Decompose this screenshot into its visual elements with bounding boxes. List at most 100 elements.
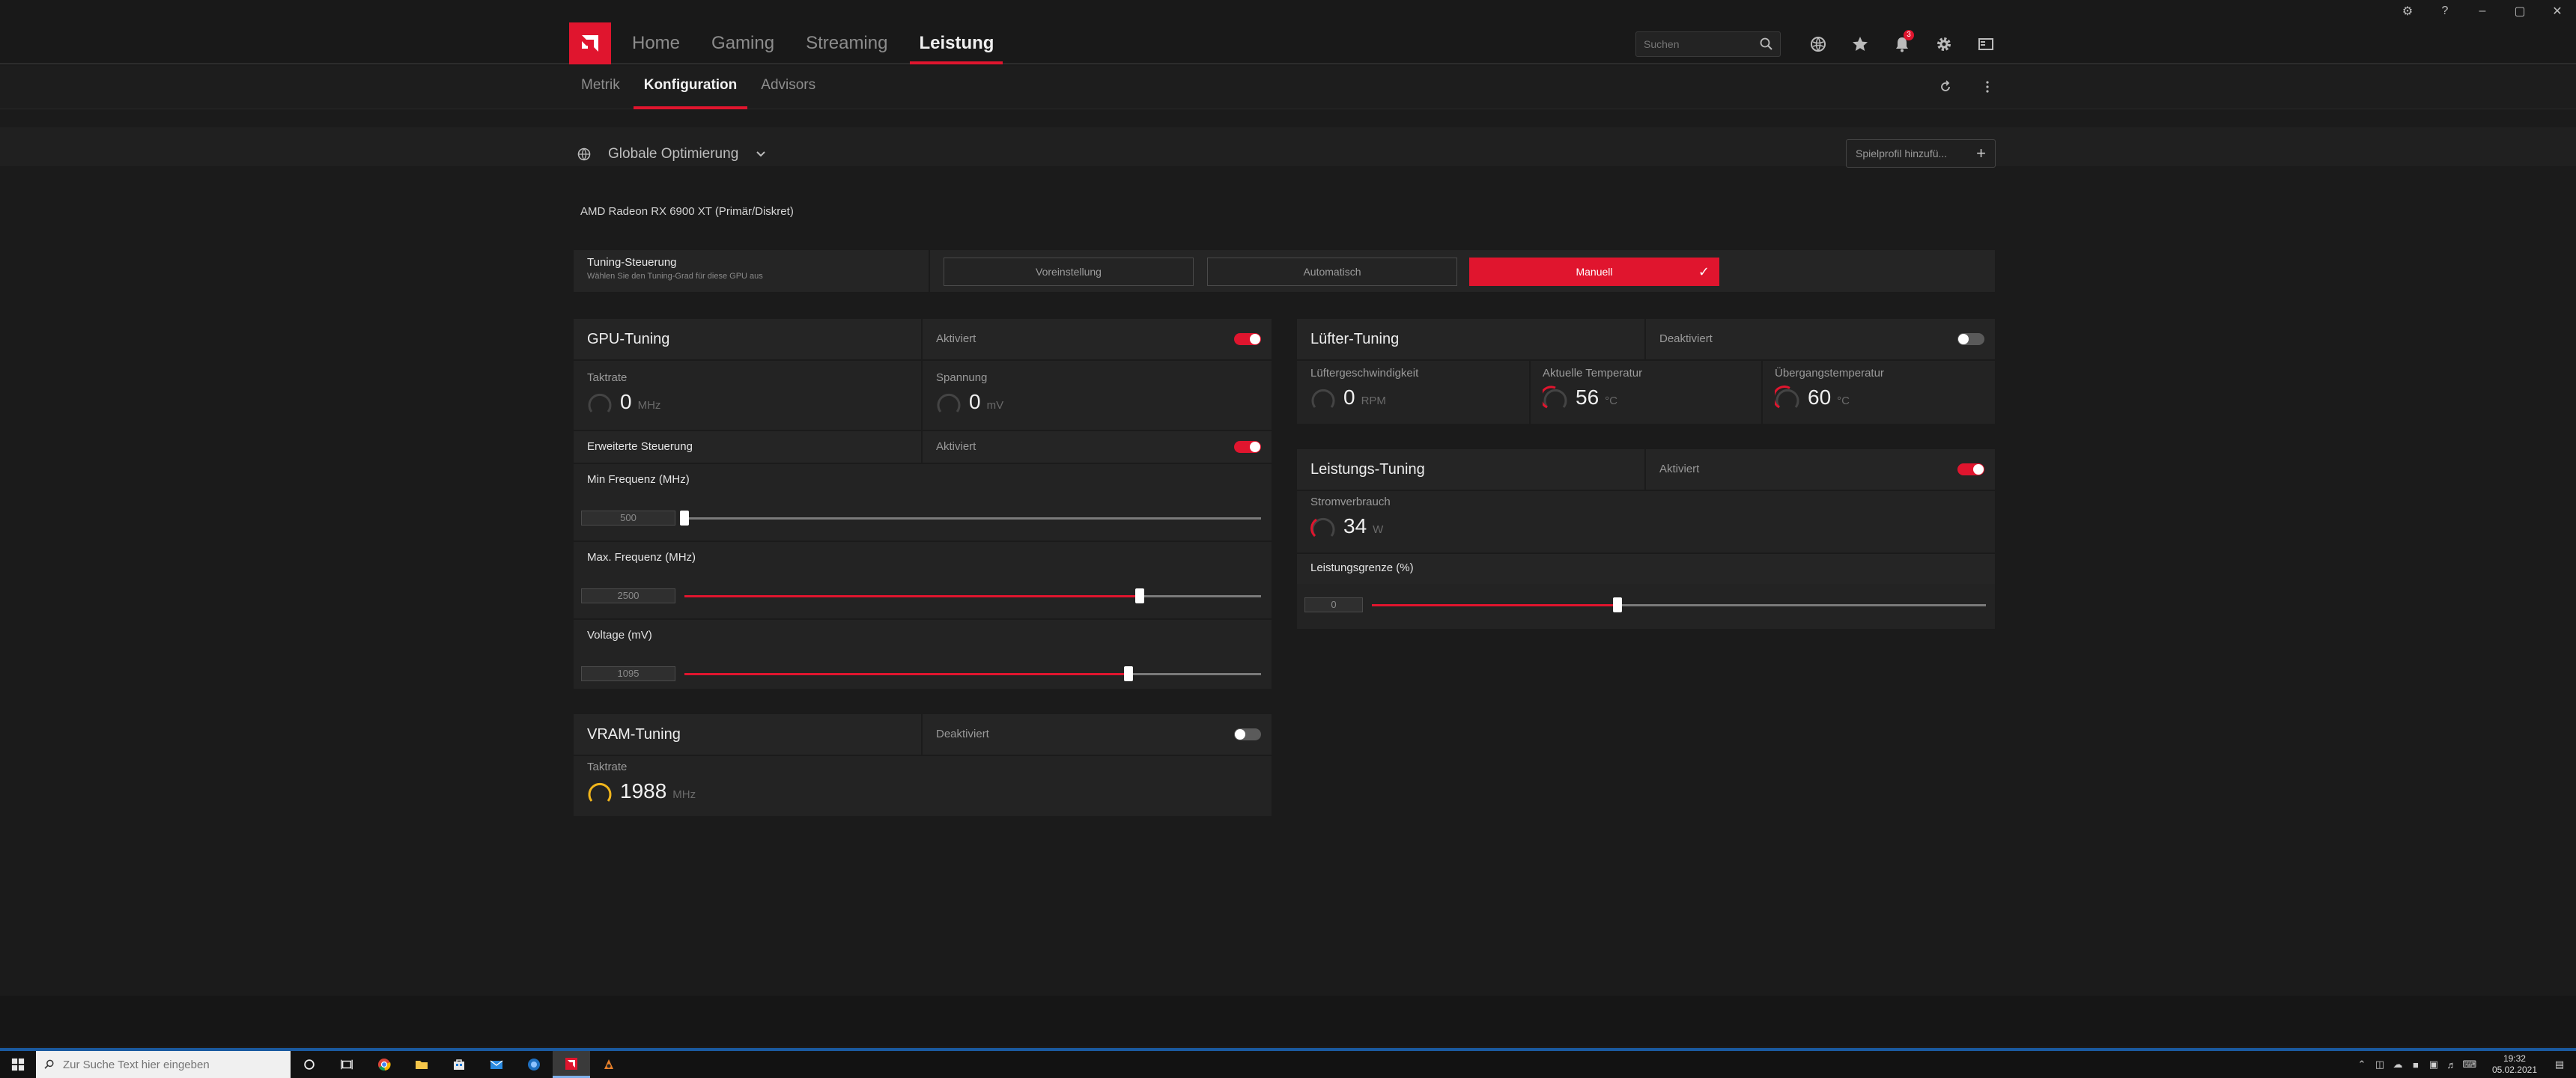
fan-speed-metric: Lüftergeschwindigkeit 0 RPM <box>1310 367 1418 411</box>
fan-tuning-header: Lüfter-Tuning Deaktiviert <box>1297 319 1995 359</box>
power-limit-header: Leistungsgrenze (%) <box>1297 554 1995 584</box>
nav-streaming[interactable]: Streaming <box>797 22 896 64</box>
taskbar-search[interactable] <box>36 1051 291 1078</box>
folder-icon <box>416 1061 428 1069</box>
tray-app-icon[interactable]: ◫ <box>2371 1059 2389 1071</box>
web-button[interactable] <box>1797 30 1839 58</box>
store-app[interactable] <box>440 1051 478 1078</box>
max-frequency-slider[interactable]: 2500 <box>581 588 1261 603</box>
task-view-button[interactable] <box>328 1051 365 1078</box>
main-navigation: Home Gaming Streaming Leistung <box>623 22 1016 64</box>
vram-clock-metric: Taktrate 1988 MHz <box>587 761 696 805</box>
min-frequency-value[interactable]: 500 <box>581 511 675 526</box>
window-controls: ⚙ ? – ▢ ✕ <box>2389 0 2576 22</box>
profile-selector[interactable]: Globale Optimierung <box>577 141 768 168</box>
minimize-button[interactable]: – <box>2464 4 2501 18</box>
taskbar-search-input[interactable] <box>63 1058 280 1071</box>
fan-tuning-title: Lüfter-Tuning <box>1310 331 1400 347</box>
power-limit-slider[interactable]: 0 <box>1304 597 1986 612</box>
amd-logo[interactable] <box>569 22 611 64</box>
max-frequency-value[interactable]: 2500 <box>581 588 675 603</box>
favorites-button[interactable] <box>1839 30 1881 58</box>
junction-temperature-value: 60 <box>1808 386 1832 409</box>
slider-thumb[interactable] <box>680 511 689 526</box>
chevron-down-icon[interactable] <box>753 147 768 162</box>
tray-app-icon[interactable]: ■ <box>2407 1059 2425 1071</box>
chrome-app[interactable] <box>365 1051 403 1078</box>
search-box[interactable] <box>1635 31 1781 57</box>
fan-tuning-toggle[interactable] <box>1957 333 1984 345</box>
slider-fill <box>1372 604 1617 606</box>
tray-chevron-icon[interactable]: ⌃ <box>2353 1059 2371 1071</box>
gauge-icon <box>937 393 961 412</box>
gpu-clock-label: Taktrate <box>587 371 628 384</box>
current-temperature-unit: °C <box>1605 395 1617 407</box>
network-icon[interactable]: ▣ <box>2425 1059 2443 1071</box>
search-icon[interactable] <box>1759 37 1774 52</box>
gpu-tuning-toggle[interactable] <box>1234 333 1261 345</box>
nav-home[interactable]: Home <box>623 22 689 64</box>
bug-report-button[interactable]: ⚙ <box>2389 4 2426 19</box>
divider <box>921 714 923 755</box>
power-tuning-toggle[interactable] <box>1957 463 1984 475</box>
help-button[interactable]: ? <box>2426 4 2464 18</box>
speaker-icon[interactable]: ♬ <box>2443 1059 2461 1071</box>
automatic-button[interactable]: Automatisch <box>1207 258 1457 286</box>
mail-icon <box>490 1060 503 1069</box>
overlay-button[interactable] <box>1965 30 2007 58</box>
divider <box>574 755 1272 756</box>
voltage-slider[interactable]: 1095 <box>581 666 1261 681</box>
clock[interactable]: 19:32 05.02.2021 <box>2492 1053 2537 1076</box>
panel-icon <box>1978 38 1993 50</box>
amd-software-app[interactable] <box>553 1051 590 1078</box>
start-button[interactable] <box>0 1051 36 1078</box>
reset-button[interactable] <box>1925 73 1966 100</box>
tab-advisors[interactable]: Advisors <box>750 66 826 109</box>
search-input[interactable] <box>1636 32 1752 56</box>
max-frequency-row: Max. Frequenz (MHz) 2500 <box>574 542 1272 618</box>
power-consumption-value: 34 <box>1343 514 1367 538</box>
power-consumption-metric: Stromverbrauch 34 W <box>1310 496 1391 540</box>
voltage-label: Voltage (mV) <box>587 629 652 642</box>
gpu-tuning-state: Aktiviert <box>936 332 976 345</box>
settings-button[interactable] <box>1923 30 1965 58</box>
advanced-control-toggle[interactable] <box>1234 441 1261 453</box>
current-temperature-label: Aktuelle Temperatur <box>1543 367 1643 380</box>
power-limit-value[interactable]: 0 <box>1304 597 1363 612</box>
cortana-icon <box>304 1059 315 1070</box>
gear-icon <box>1937 37 1951 51</box>
keyboard-icon[interactable]: ⌨ <box>2461 1059 2479 1071</box>
clock-time: 19:32 <box>2503 1053 2526 1064</box>
add-game-profile-button[interactable]: Spielprofil hinzufü... + <box>1846 139 1996 168</box>
manual-button[interactable]: Manuell ✓ <box>1469 258 1719 286</box>
more-options-button[interactable] <box>1966 73 2008 100</box>
gauge-icon <box>1543 386 1567 409</box>
vram-tuning-card: VRAM-Tuning Deaktiviert Taktrate 1988 MH… <box>574 714 1272 816</box>
browser-app[interactable] <box>515 1051 553 1078</box>
file-explorer-app[interactable] <box>403 1051 440 1078</box>
restore-button[interactable]: ▢ <box>2501 4 2539 19</box>
slider-thumb[interactable] <box>1135 588 1145 603</box>
preset-button[interactable]: Voreinstellung <box>944 258 1194 286</box>
fan-speed-unit: RPM <box>1361 395 1386 407</box>
nav-gaming[interactable]: Gaming <box>702 22 783 64</box>
top-icon-bar: 3 <box>1797 30 2007 58</box>
mail-app[interactable] <box>478 1051 515 1078</box>
close-button[interactable]: ✕ <box>2539 4 2576 19</box>
pinned-app[interactable] <box>590 1051 628 1078</box>
junction-temperature-metric: Übergangstemperatur 60 °C <box>1775 367 1884 411</box>
vram-tuning-toggle[interactable] <box>1234 728 1261 740</box>
slider-thumb[interactable] <box>1613 597 1622 612</box>
cloud-icon[interactable]: ☁ <box>2389 1059 2407 1071</box>
notification-center-icon[interactable]: ▤ <box>2551 1059 2569 1071</box>
tab-metrik[interactable]: Metrik <box>571 66 631 109</box>
voltage-value[interactable]: 1095 <box>581 666 675 681</box>
tab-konfiguration[interactable]: Konfiguration <box>633 66 748 109</box>
nav-leistung[interactable]: Leistung <box>910 22 1003 64</box>
min-frequency-slider[interactable]: 500 <box>581 511 1261 526</box>
cortana-button[interactable] <box>291 1051 328 1078</box>
junction-temperature-unit: °C <box>1837 395 1850 407</box>
notifications-button[interactable]: 3 <box>1881 30 1923 58</box>
voltage-row: Voltage (mV) 1095 <box>574 620 1272 689</box>
slider-thumb[interactable] <box>1123 666 1133 681</box>
